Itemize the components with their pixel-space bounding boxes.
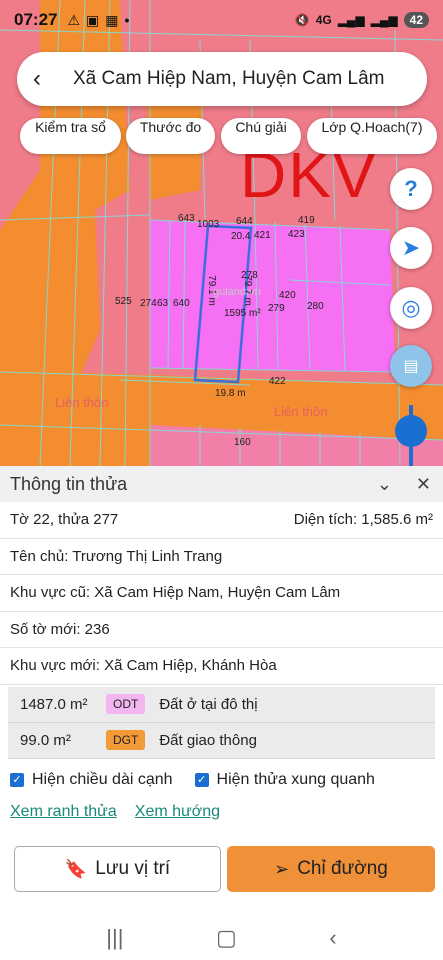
- chip-label: Lớp Q.Hoach(7): [321, 119, 423, 135]
- signal-icon: ▂▄▆: [337, 13, 365, 27]
- my-location-button[interactable]: ◎: [390, 287, 432, 329]
- parcel-number: 160: [234, 437, 251, 448]
- back-arrow-icon[interactable]: ‹: [33, 65, 59, 93]
- chip-label: Chú giải: [235, 119, 287, 135]
- chevron-down-icon[interactable]: ⌄: [377, 474, 392, 495]
- recent-apps-icon[interactable]: |||: [106, 925, 123, 951]
- owner-name: Tên chủ: Trương Thị Linh Trang: [10, 547, 223, 565]
- action-buttons: 🔖 Lưu vị trí ➢ Chỉ đường: [14, 846, 435, 892]
- land-use-desc: Đất giao thông: [159, 731, 257, 749]
- close-icon[interactable]: ✕: [416, 474, 431, 495]
- land-use-code: ODT: [106, 694, 146, 714]
- compass-button[interactable]: ➤: [390, 227, 432, 269]
- parcel-info-panel: Thông tin thửa ⌄ ✕ Tờ 22, thửa 277 Diện …: [0, 466, 443, 960]
- signal-icon: ▂▄▆: [370, 13, 398, 27]
- location-target-icon: ◎: [401, 295, 421, 320]
- map-view[interactable]: DKV 643 1003 644 419 421 423 278 420 279…: [0, 0, 443, 466]
- watermark: guland.vn: [213, 286, 261, 298]
- search-bar[interactable]: ‹ Xã Cam Hiệp Nam, Huyện Cam Lâm: [17, 52, 427, 106]
- land-use-row: 99.0 m² DGT Đất giao thông: [8, 723, 435, 759]
- bookmark-icon: 🔖: [64, 858, 88, 879]
- edge-length-label: Hiện chiều dài cạnh: [32, 770, 173, 788]
- legend-chip[interactable]: Chú giải: [221, 118, 301, 154]
- new-sheet: Số tờ mới: 236: [10, 620, 110, 638]
- new-area: Khu vực mới: Xã Cam Hiệp, Khánh Hòa: [10, 657, 277, 675]
- app-icon: ▦: [105, 11, 119, 28]
- map-thumbnail-icon: ▤: [403, 358, 419, 375]
- land-use-area: 1487.0 m²: [20, 695, 88, 713]
- battery-badge: 42: [403, 12, 429, 28]
- land-use-desc: Đất ở tại đô thị: [159, 695, 258, 713]
- mute-icon: 🔇: [294, 13, 310, 27]
- parcel-number: 423: [288, 229, 305, 240]
- info-row-new-sheet: Số tờ mới: 236: [0, 612, 443, 648]
- send-arrow-icon: ➢: [274, 858, 290, 879]
- panel-header: Thông tin thửa ⌄ ✕: [0, 466, 443, 502]
- view-boundary-link[interactable]: Xem ranh thửa: [10, 803, 117, 821]
- check-certificate-chip[interactable]: Kiểm tra sổ: [20, 118, 121, 154]
- warning-icon: ⚠: [67, 11, 81, 28]
- edge-length-top: 20.4: [231, 231, 251, 242]
- chip-label: Kiểm tra sổ: [35, 119, 106, 135]
- parcel-number: 1003: [197, 219, 220, 230]
- home-icon[interactable]: ▢: [216, 925, 237, 951]
- screenshot-icon: ▣: [86, 11, 100, 28]
- panel-title: Thông tin thửa: [10, 473, 128, 494]
- info-row-owner: Tên chủ: Trương Thị Linh Trang: [0, 539, 443, 575]
- link-row: Xem ranh thửa Xem hướng: [0, 803, 443, 821]
- view-direction-link[interactable]: Xem hướng: [135, 803, 220, 821]
- status-bar: 07:27 ⚠ ▣ ▦ • 🔇 4G ▂▄▆ ▂▄▆ 42: [0, 0, 443, 40]
- parcel-number: 419: [298, 215, 315, 226]
- clock: 07:27: [14, 10, 58, 29]
- parcel-area-label: 1595 m²: [224, 308, 261, 319]
- surrounding-parcels-checkbox[interactable]: ✓: [194, 772, 209, 787]
- land-use-row: 1487.0 m² ODT Đất ở tại đô thị: [8, 687, 435, 723]
- parcel-number: 420: [279, 290, 296, 301]
- edge-length-bottom: 19.8 m: [215, 388, 246, 399]
- edge-length-checkbox[interactable]: ✓: [10, 772, 24, 787]
- old-area: Khu vực cũ: Xã Cam Hiệp Nam, Huyện Cam L…: [10, 584, 341, 602]
- parcel-number: 422: [269, 376, 286, 387]
- parcel-number: 644: [236, 216, 253, 227]
- save-label: Lưu vị trí: [95, 858, 171, 879]
- parcel-area: Diện tích: 1,585.6 m²: [293, 511, 433, 529]
- parcel-number: 421: [254, 230, 271, 241]
- sheet-parcel: Tờ 22, thửa 277: [10, 511, 119, 529]
- land-use-table: 1487.0 m² ODT Đất ở tại đô thị 99.0 m² D…: [8, 686, 435, 759]
- chip-label: Thước đo: [139, 119, 202, 135]
- parcel-number: 63: [157, 298, 169, 309]
- directions-label: Chỉ đường: [297, 858, 388, 879]
- map-type-button[interactable]: ▤: [390, 345, 432, 387]
- network-label: 4G: [315, 13, 332, 27]
- info-row-old-area: Khu vực cũ: Xã Cam Hiệp Nam, Huyện Cam L…: [0, 575, 443, 612]
- info-row-new-area: Khu vực mới: Xã Cam Hiệp, Khánh Hòa: [0, 648, 443, 685]
- save-location-button[interactable]: 🔖 Lưu vị trí: [14, 846, 221, 892]
- road-label: Liên thôn: [55, 395, 109, 410]
- directions-button[interactable]: ➢ Chỉ đường: [227, 846, 435, 892]
- zoom-slider[interactable]: [394, 405, 428, 466]
- ruler-chip[interactable]: Thước đo: [126, 118, 215, 154]
- surrounding-parcels-label: Hiện thửa xung quanh: [216, 770, 375, 788]
- help-button[interactable]: ?: [390, 168, 432, 210]
- parcel-number: 525: [115, 296, 132, 307]
- nav-back-icon[interactable]: ‹: [329, 925, 336, 951]
- road-label: Liên thôn: [274, 404, 328, 419]
- info-row-sheet: Tờ 22, thửa 277 Diện tích: 1,585.6 m²: [0, 502, 443, 539]
- parcel-number: 280: [307, 301, 324, 312]
- land-use-code: DGT: [106, 730, 146, 750]
- parcel-number: 279: [268, 303, 285, 314]
- checkbox-row: ✓ Hiện chiều dài cạnh ✓ Hiện thửa xung q…: [0, 771, 443, 789]
- dot-icon: •: [124, 12, 130, 28]
- location-title: Xã Cam Hiệp Nam, Huyện Cam Lâm: [73, 68, 385, 89]
- land-use-area: 99.0 m²: [20, 731, 71, 749]
- planning-layer-chip[interactable]: Lớp Q.Hoach(7): [307, 118, 437, 154]
- parcel-number: 274: [140, 298, 157, 309]
- system-nav-bar: ||| ▢ ‹: [0, 916, 443, 960]
- compass-icon: ➤: [401, 235, 421, 260]
- parcel-number: 643: [178, 213, 195, 224]
- help-icon: ?: [404, 176, 418, 201]
- parcel-number: 640: [173, 298, 190, 309]
